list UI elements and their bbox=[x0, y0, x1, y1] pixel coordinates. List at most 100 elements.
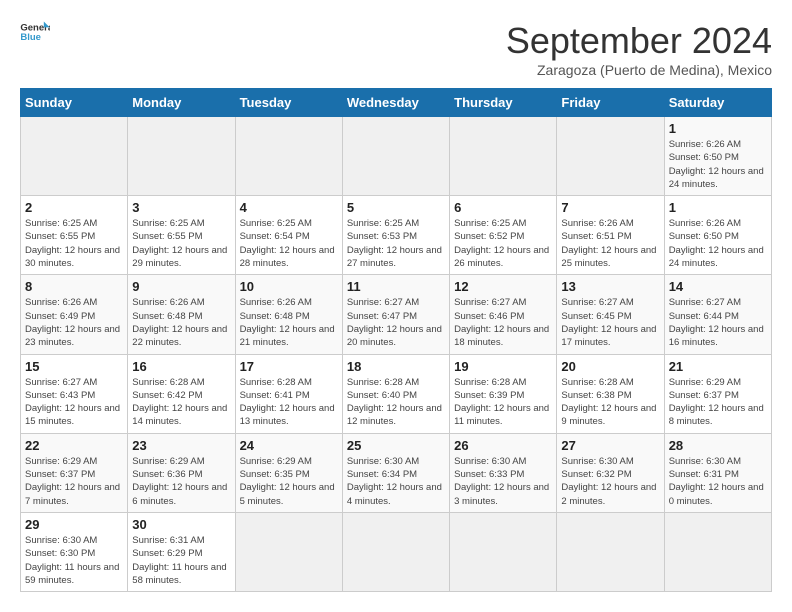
calendar-cell: 2 Sunrise: 6:25 AMSunset: 6:55 PMDaylight… bbox=[21, 196, 128, 275]
calendar-cell bbox=[557, 512, 664, 591]
calendar-cell: 5 Sunrise: 6:25 AMSunset: 6:53 PMDaylight… bbox=[342, 196, 449, 275]
calendar-cell: 20 Sunrise: 6:28 AMSunset: 6:38 PMDayligh… bbox=[557, 354, 664, 433]
day-content: Sunrise: 6:25 AMSunset: 6:54 PMDaylight:… bbox=[240, 217, 338, 270]
day-number: 30 bbox=[132, 517, 230, 532]
day-content: Sunrise: 6:29 AMSunset: 6:36 PMDaylight:… bbox=[132, 455, 230, 508]
calendar-cell: 24Sunrise: 6:29 AMSunset: 6:35 PMDayligh… bbox=[235, 433, 342, 512]
day-number: 8 bbox=[25, 279, 123, 294]
day-content: Sunrise: 6:28 AMSunset: 6:42 PMDaylight:… bbox=[132, 376, 230, 429]
day-header-saturday: Saturday bbox=[664, 89, 771, 117]
day-content: Sunrise: 6:30 AMSunset: 6:31 PMDaylight:… bbox=[669, 455, 767, 508]
calendar-cell: 9 Sunrise: 6:26 AMSunset: 6:48 PMDaylight… bbox=[128, 275, 235, 354]
day-number: 4 bbox=[240, 200, 338, 215]
day-content: Sunrise: 6:28 AMSunset: 6:39 PMDaylight:… bbox=[454, 376, 552, 429]
day-number: 3 bbox=[132, 200, 230, 215]
day-number: 18 bbox=[347, 359, 445, 374]
calendar-cell bbox=[235, 117, 342, 196]
calendar-cell bbox=[557, 117, 664, 196]
day-header-monday: Monday bbox=[128, 89, 235, 117]
calendar-cell: 10Sunrise: 6:26 AMSunset: 6:48 PMDayligh… bbox=[235, 275, 342, 354]
calendar-cell: 1 Sunrise: 6:26 AMSunset: 6:50 PMDaylight… bbox=[664, 196, 771, 275]
day-number: 13 bbox=[561, 279, 659, 294]
day-number: 19 bbox=[454, 359, 552, 374]
day-content: Sunrise: 6:29 AMSunset: 6:37 PMDaylight:… bbox=[669, 376, 767, 429]
calendar-cell: 28 Sunrise: 6:30 AMSunset: 6:31 PMDayligh… bbox=[664, 433, 771, 512]
calendar-cell: 13 Sunrise: 6:27 AMSunset: 6:45 PMDayligh… bbox=[557, 275, 664, 354]
page-header: General Blue September 2024 Zaragoza (Pu… bbox=[20, 20, 772, 78]
day-number: 1 bbox=[669, 121, 767, 136]
calendar-cell bbox=[21, 117, 128, 196]
day-number: 2 bbox=[25, 200, 123, 215]
day-number: 28 bbox=[669, 438, 767, 453]
day-content: Sunrise: 6:26 AMSunset: 6:49 PMDaylight:… bbox=[25, 296, 123, 349]
day-content: Sunrise: 6:25 AMSunset: 6:52 PMDaylight:… bbox=[454, 217, 552, 270]
day-content: Sunrise: 6:29 AMSunset: 6:37 PMDaylight:… bbox=[25, 455, 123, 508]
calendar-cell: 21 Sunrise: 6:29 AMSunset: 6:37 PMDayligh… bbox=[664, 354, 771, 433]
title-section: September 2024 Zaragoza (Puerto de Medin… bbox=[506, 20, 772, 78]
calendar-cell: 14 Sunrise: 6:27 AMSunset: 6:44 PMDayligh… bbox=[664, 275, 771, 354]
logo: General Blue bbox=[20, 20, 50, 42]
day-header-thursday: Thursday bbox=[450, 89, 557, 117]
day-number: 22 bbox=[25, 438, 123, 453]
calendar-cell: 22 Sunrise: 6:29 AMSunset: 6:37 PMDayligh… bbox=[21, 433, 128, 512]
calendar-cell: 1Sunrise: 6:26 AMSunset: 6:50 PMDaylight… bbox=[664, 117, 771, 196]
calendar-cell bbox=[342, 117, 449, 196]
calendar-cell bbox=[664, 512, 771, 591]
day-number: 21 bbox=[669, 359, 767, 374]
day-number: 11 bbox=[347, 279, 445, 294]
day-content: Sunrise: 6:25 AMSunset: 6:53 PMDaylight:… bbox=[347, 217, 445, 270]
day-content: Sunrise: 6:30 AMSunset: 6:32 PMDaylight:… bbox=[561, 455, 659, 508]
day-header-friday: Friday bbox=[557, 89, 664, 117]
day-header-wednesday: Wednesday bbox=[342, 89, 449, 117]
calendar-cell: 12Sunrise: 6:27 AMSunset: 6:46 PMDayligh… bbox=[450, 275, 557, 354]
day-number: 5 bbox=[347, 200, 445, 215]
day-number: 12 bbox=[454, 279, 552, 294]
day-content: Sunrise: 6:31 AMSunset: 6:29 PMDaylight:… bbox=[132, 534, 230, 587]
calendar-cell: 4 Sunrise: 6:25 AMSunset: 6:54 PMDaylight… bbox=[235, 196, 342, 275]
calendar-cell: 27 Sunrise: 6:30 AMSunset: 6:32 PMDayligh… bbox=[557, 433, 664, 512]
day-content: Sunrise: 6:27 AMSunset: 6:47 PMDaylight:… bbox=[347, 296, 445, 349]
day-content: Sunrise: 6:26 AMSunset: 6:48 PMDaylight:… bbox=[132, 296, 230, 349]
day-number: 15 bbox=[25, 359, 123, 374]
day-content: Sunrise: 6:27 AMSunset: 6:44 PMDaylight:… bbox=[669, 296, 767, 349]
days-header-row: SundayMondayTuesdayWednesdayThursdayFrid… bbox=[21, 89, 772, 117]
calendar-table: SundayMondayTuesdayWednesdayThursdayFrid… bbox=[20, 88, 772, 592]
calendar-cell: 17Sunrise: 6:28 AMSunset: 6:41 PMDayligh… bbox=[235, 354, 342, 433]
calendar-cell: 18 Sunrise: 6:28 AMSunset: 6:40 PMDayligh… bbox=[342, 354, 449, 433]
calendar-week-2: 2 Sunrise: 6:25 AMSunset: 6:55 PMDaylight… bbox=[21, 196, 772, 275]
day-content: Sunrise: 6:26 AMSunset: 6:50 PMDaylight:… bbox=[669, 217, 767, 270]
calendar-cell: 15 Sunrise: 6:27 AMSunset: 6:43 PMDayligh… bbox=[21, 354, 128, 433]
day-number: 20 bbox=[561, 359, 659, 374]
day-content: Sunrise: 6:27 AMSunset: 6:43 PMDaylight:… bbox=[25, 376, 123, 429]
day-number: 1 bbox=[669, 200, 767, 215]
day-content: Sunrise: 6:28 AMSunset: 6:40 PMDaylight:… bbox=[347, 376, 445, 429]
calendar-cell: 3 Sunrise: 6:25 AMSunset: 6:55 PMDaylight… bbox=[128, 196, 235, 275]
day-number: 6 bbox=[454, 200, 552, 215]
day-number: 14 bbox=[669, 279, 767, 294]
day-content: Sunrise: 6:27 AMSunset: 6:45 PMDaylight:… bbox=[561, 296, 659, 349]
day-content: Sunrise: 6:29 AMSunset: 6:35 PMDaylight:… bbox=[240, 455, 338, 508]
day-content: Sunrise: 6:30 AMSunset: 6:34 PMDaylight:… bbox=[347, 455, 445, 508]
calendar-cell: 23 Sunrise: 6:29 AMSunset: 6:36 PMDayligh… bbox=[128, 433, 235, 512]
day-number: 9 bbox=[132, 279, 230, 294]
calendar-week-1: 1Sunrise: 6:26 AMSunset: 6:50 PMDaylight… bbox=[21, 117, 772, 196]
day-content: Sunrise: 6:25 AMSunset: 6:55 PMDaylight:… bbox=[25, 217, 123, 270]
calendar-cell: 7Sunrise: 6:26 AMSunset: 6:51 PMDaylight… bbox=[557, 196, 664, 275]
calendar-cell bbox=[450, 512, 557, 591]
calendar-cell: 16Sunrise: 6:28 AMSunset: 6:42 PMDayligh… bbox=[128, 354, 235, 433]
logo-icon: General Blue bbox=[20, 20, 50, 42]
day-number: 23 bbox=[132, 438, 230, 453]
svg-text:Blue: Blue bbox=[20, 32, 41, 42]
day-number: 29 bbox=[25, 517, 123, 532]
calendar-week-6: 29Sunrise: 6:30 AMSunset: 6:30 PMDayligh… bbox=[21, 512, 772, 591]
day-content: Sunrise: 6:28 AMSunset: 6:38 PMDaylight:… bbox=[561, 376, 659, 429]
calendar-week-4: 15 Sunrise: 6:27 AMSunset: 6:43 PMDayligh… bbox=[21, 354, 772, 433]
calendar-cell: 19 Sunrise: 6:28 AMSunset: 6:39 PMDayligh… bbox=[450, 354, 557, 433]
calendar-cell bbox=[235, 512, 342, 591]
day-content: Sunrise: 6:26 AMSunset: 6:51 PMDaylight:… bbox=[561, 217, 659, 270]
calendar-cell: 29Sunrise: 6:30 AMSunset: 6:30 PMDayligh… bbox=[21, 512, 128, 591]
day-content: Sunrise: 6:25 AMSunset: 6:55 PMDaylight:… bbox=[132, 217, 230, 270]
day-number: 27 bbox=[561, 438, 659, 453]
day-content: Sunrise: 6:28 AMSunset: 6:41 PMDaylight:… bbox=[240, 376, 338, 429]
day-content: Sunrise: 6:26 AMSunset: 6:48 PMDaylight:… bbox=[240, 296, 338, 349]
